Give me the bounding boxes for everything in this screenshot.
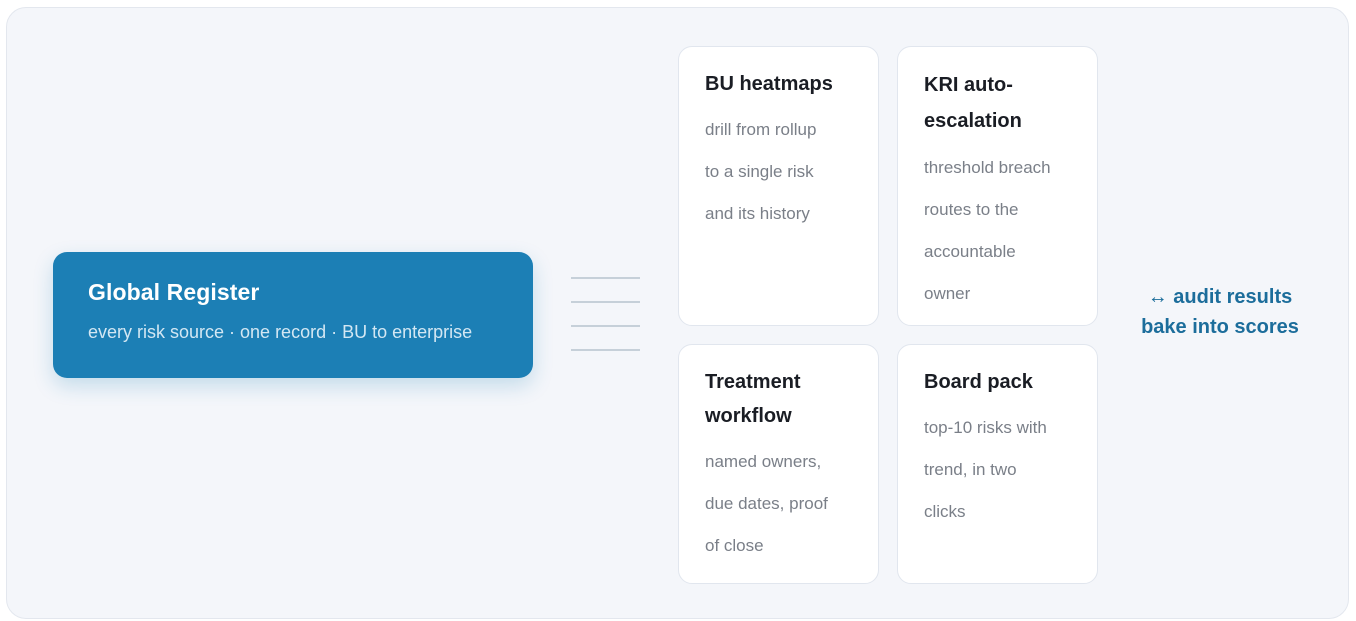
card-bu-heatmaps: BU heatmaps drill from rollup to a singl…: [678, 46, 879, 326]
card-body-line: top-10 risks with: [924, 418, 1047, 437]
card-kri-auto-escalation: KRI auto- escalation threshold breach ro…: [897, 46, 1098, 326]
card-treatment-workflow: Treatment workflow named owners, due dat…: [678, 344, 879, 584]
card-body-line: trend, in two: [924, 460, 1017, 479]
card-body-line: to a single risk: [705, 162, 814, 181]
card-title: KRI auto- escalation: [924, 67, 1097, 139]
card-title: Board pack: [924, 365, 1097, 399]
card-title-line: BU heatmaps: [705, 73, 833, 95]
card-body-line: routes to the: [924, 200, 1019, 219]
card-body: drill from rollup to a single risk and i…: [705, 109, 878, 235]
connector-line: [571, 349, 640, 351]
card-body: named owners, due dates, proof of close: [705, 441, 878, 567]
card-body-line: accountable: [924, 242, 1016, 261]
card-title: BU heatmaps: [705, 67, 878, 101]
audit-feedback-note: ↔ audit results bake into scores: [1120, 282, 1320, 342]
card-title-line: workflow: [705, 405, 792, 427]
connector-line: [571, 301, 640, 303]
card-body-line: owner: [924, 284, 971, 303]
card-body-line: threshold breach: [924, 158, 1051, 177]
card-title-line: Treatment: [705, 371, 801, 393]
note-line: ↔ audit results: [1147, 286, 1293, 308]
register-subtitle: every risk source · one record · BU to e…: [88, 322, 473, 342]
card-body-line: named owners,: [705, 452, 822, 471]
card-body-line: clicks: [924, 502, 966, 521]
card-body-line: drill from rollup: [705, 120, 817, 139]
card-body-line: of close: [705, 536, 764, 555]
card-title-line: escalation: [924, 110, 1022, 132]
card-body-line: due dates, proof: [705, 494, 828, 513]
card-body: threshold breach routes to the accountab…: [924, 147, 1097, 315]
card-board-pack: Board pack top-10 risks with trend, in t…: [897, 344, 1098, 584]
register-title: Global Register: [88, 279, 260, 305]
card-title-line: Board pack: [924, 371, 1033, 393]
connector-line: [571, 325, 640, 327]
card-body-line: and its history: [705, 204, 810, 223]
global-register-box: Global Register every risk source · one …: [53, 252, 533, 378]
card-title: Treatment workflow: [705, 365, 878, 433]
card-body: top-10 risks with trend, in two clicks: [924, 407, 1097, 533]
note-line: bake into scores: [1141, 316, 1299, 338]
card-title-line: KRI auto-: [924, 74, 1013, 96]
connector-line: [571, 277, 640, 279]
